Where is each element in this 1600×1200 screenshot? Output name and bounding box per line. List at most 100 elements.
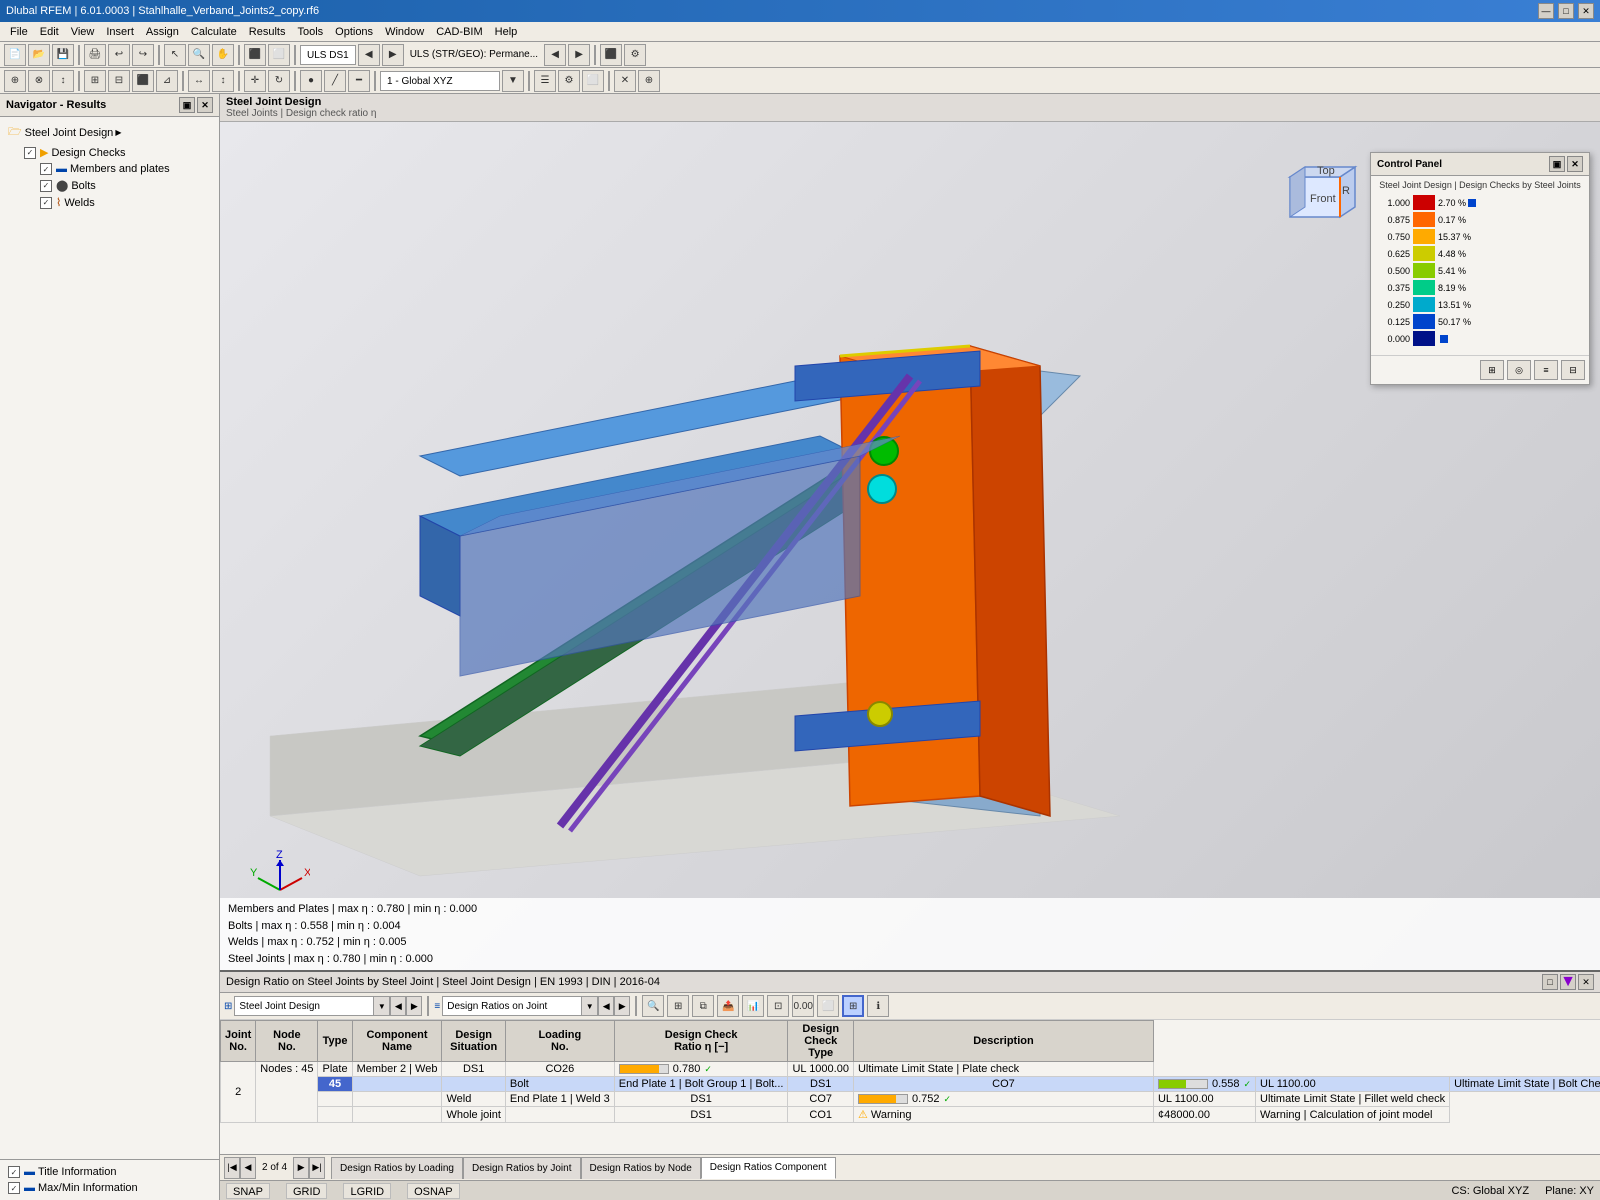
tb2-line[interactable]: ╱ — [324, 70, 346, 92]
nav-title-info[interactable]: ✓ ▬ Title Information — [4, 1164, 215, 1180]
module-next[interactable]: ▶ — [406, 996, 422, 1016]
status-grid[interactable]: GRID — [286, 1183, 328, 1199]
nav-check-maxmin[interactable]: ✓ — [8, 1182, 20, 1194]
module-text[interactable]: Steel Joint Design — [234, 996, 374, 1016]
menu-help[interactable]: Help — [489, 24, 524, 40]
view3d-button[interactable]: ⬛ — [244, 44, 266, 66]
open-button[interactable]: 📂 — [28, 44, 50, 66]
nav-members-plates[interactable]: ✓ ▬ Members and plates — [36, 161, 215, 177]
ds-nav1[interactable]: ◀ — [544, 44, 566, 66]
status-snap[interactable]: SNAP — [226, 1183, 270, 1199]
module-arrow[interactable]: ▼ — [374, 996, 390, 1016]
menu-cadbim[interactable]: CAD-BIM — [430, 24, 488, 40]
tb2-btn1[interactable]: ⊕ — [4, 70, 26, 92]
nav-maxmin-info[interactable]: ✓ ▬ Max/Min Information — [4, 1180, 215, 1196]
result-prev[interactable]: ◀ — [598, 996, 614, 1016]
nav-restore[interactable]: ▣ — [179, 97, 195, 113]
new-button[interactable]: 📄 — [4, 44, 26, 66]
save-button[interactable]: 💾 — [52, 44, 74, 66]
undo-button[interactable]: ↩ — [108, 44, 130, 66]
menu-results[interactable]: Results — [243, 24, 292, 40]
bp-info[interactable]: ℹ — [867, 995, 889, 1017]
menu-calculate[interactable]: Calculate — [185, 24, 243, 40]
result-next[interactable]: ▶ — [614, 996, 630, 1016]
viewport-3d[interactable]: X Y Z — [220, 122, 1600, 970]
module-prev[interactable]: ◀ — [390, 996, 406, 1016]
tb2-mark1[interactable]: ✕ — [614, 70, 636, 92]
ds-nav2[interactable]: ▶ — [568, 44, 590, 66]
tab-next[interactable]: ▶ — [293, 1157, 309, 1179]
nav-check-bolts[interactable]: ✓ — [40, 180, 52, 192]
menu-window[interactable]: Window — [379, 24, 430, 40]
window-controls[interactable]: — □ ✕ — [1538, 3, 1594, 19]
nav-check-welds[interactable]: ✓ — [40, 197, 52, 209]
bp-close[interactable]: ▼ — [1560, 974, 1576, 990]
result-arrow[interactable]: ▼ — [582, 996, 598, 1016]
tb2-btn3[interactable]: ↕ — [52, 70, 74, 92]
ds-next[interactable]: ▶ — [382, 44, 404, 66]
nav-close[interactable]: ✕ — [197, 97, 213, 113]
tb2-move[interactable]: ✛ — [244, 70, 266, 92]
minimize-button[interactable]: — — [1538, 3, 1554, 19]
cs-selector[interactable]: 1 - Global XYZ — [380, 71, 500, 91]
tb2-btn5[interactable]: ⊟ — [108, 70, 130, 92]
tb2-btn8[interactable]: ↔ — [188, 70, 210, 92]
tb2-btn2[interactable]: ⊗ — [28, 70, 50, 92]
ds-prev[interactable]: ◀ — [358, 44, 380, 66]
bp-format[interactable]: 0.00 — [792, 995, 814, 1017]
nav-check-title[interactable]: ✓ — [8, 1166, 20, 1178]
tb2-btn4[interactable]: ⊞ — [84, 70, 106, 92]
table-row[interactable]: WeldEnd Plate 1 | Weld 3DS1CO7 0.752 ✓ U… — [221, 1092, 1600, 1107]
menu-insert[interactable]: Insert — [100, 24, 140, 40]
maximize-button[interactable]: □ — [1558, 3, 1574, 19]
table-row[interactable]: 2Nodes : 45PlateMember 2 | WebDS1CO26 0.… — [221, 1062, 1600, 1077]
cp-btn-diagram[interactable]: ◎ — [1507, 360, 1531, 380]
tb2-member[interactable]: ━ — [348, 70, 370, 92]
status-lgrid[interactable]: LGRID — [343, 1183, 391, 1199]
cp-btn-list[interactable]: ≡ — [1534, 360, 1558, 380]
nav-design-checks[interactable]: ✓ ▶ Design Checks — [20, 144, 215, 161]
tab-prev[interactable]: ◀ — [240, 1157, 256, 1179]
tab-last[interactable]: ▶| — [309, 1157, 325, 1179]
select-button[interactable]: ↖ — [164, 44, 186, 66]
redo-button[interactable]: ↪ — [132, 44, 154, 66]
cs-arrow[interactable]: ▼ — [502, 70, 524, 92]
pan-button[interactable]: ✋ — [212, 44, 234, 66]
bp-search[interactable]: 🔍 — [642, 995, 664, 1017]
table-row[interactable]: 45BoltEnd Plate 1 | Bolt Group 1 | Bolt.… — [221, 1077, 1600, 1092]
tab-by-node[interactable]: Design Ratios by Node — [581, 1157, 701, 1179]
close-button[interactable]: ✕ — [1578, 3, 1594, 19]
bp-export[interactable]: 📤 — [717, 995, 739, 1017]
cp-restore[interactable]: ▣ — [1549, 156, 1565, 172]
wireframe-button[interactable]: ⬜ — [268, 44, 290, 66]
nav-steel-joint-design[interactable]: 🗁 Steel Joint Design ▶ — [4, 121, 215, 144]
bp-restore[interactable]: □ — [1542, 974, 1558, 990]
render-button[interactable]: ⬛ — [600, 44, 622, 66]
nav-welds[interactable]: ✓ ⌇ Welds — [36, 194, 215, 211]
cp-btn-settings[interactable]: ⊟ — [1561, 360, 1585, 380]
bp-table-container[interactable]: JointNo. NodeNo. Type ComponentName Desi… — [220, 1020, 1600, 1154]
table-row[interactable]: Whole jointDS1CO1⚠ Warning¢48000.00Warni… — [221, 1107, 1600, 1123]
tb2-btn6[interactable]: ⬛ — [132, 70, 154, 92]
tb2-btn9[interactable]: ↕ — [212, 70, 234, 92]
zoom-button[interactable]: 🔍 — [188, 44, 210, 66]
menu-assign[interactable]: Assign — [140, 24, 185, 40]
tb2-mark2[interactable]: ⊕ — [638, 70, 660, 92]
tb2-filter2[interactable]: ⚙ — [558, 70, 580, 92]
cp-btn-table[interactable]: ⊞ — [1480, 360, 1504, 380]
bp-settings-table[interactable]: ⊡ — [767, 995, 789, 1017]
bp-copy[interactable]: ⧉ — [692, 995, 714, 1017]
tb2-display[interactable]: ⬜ — [582, 70, 604, 92]
tab-by-joint[interactable]: Design Ratios by Joint — [463, 1157, 581, 1179]
menu-tools[interactable]: Tools — [291, 24, 329, 40]
bp-chart[interactable]: 📊 — [742, 995, 764, 1017]
tab-first[interactable]: |◀ — [224, 1157, 240, 1179]
options-button[interactable]: ⚙ — [624, 44, 646, 66]
bp-select-all[interactable]: ⬜ — [817, 995, 839, 1017]
bp-filter[interactable]: ⊞ — [667, 995, 689, 1017]
bp-close-btn[interactable]: ✕ — [1578, 974, 1594, 990]
tb2-node[interactable]: ● — [300, 70, 322, 92]
nav-check-members[interactable]: ✓ — [40, 163, 52, 175]
menu-options[interactable]: Options — [329, 24, 379, 40]
nav-check-design[interactable]: ✓ — [24, 147, 36, 159]
